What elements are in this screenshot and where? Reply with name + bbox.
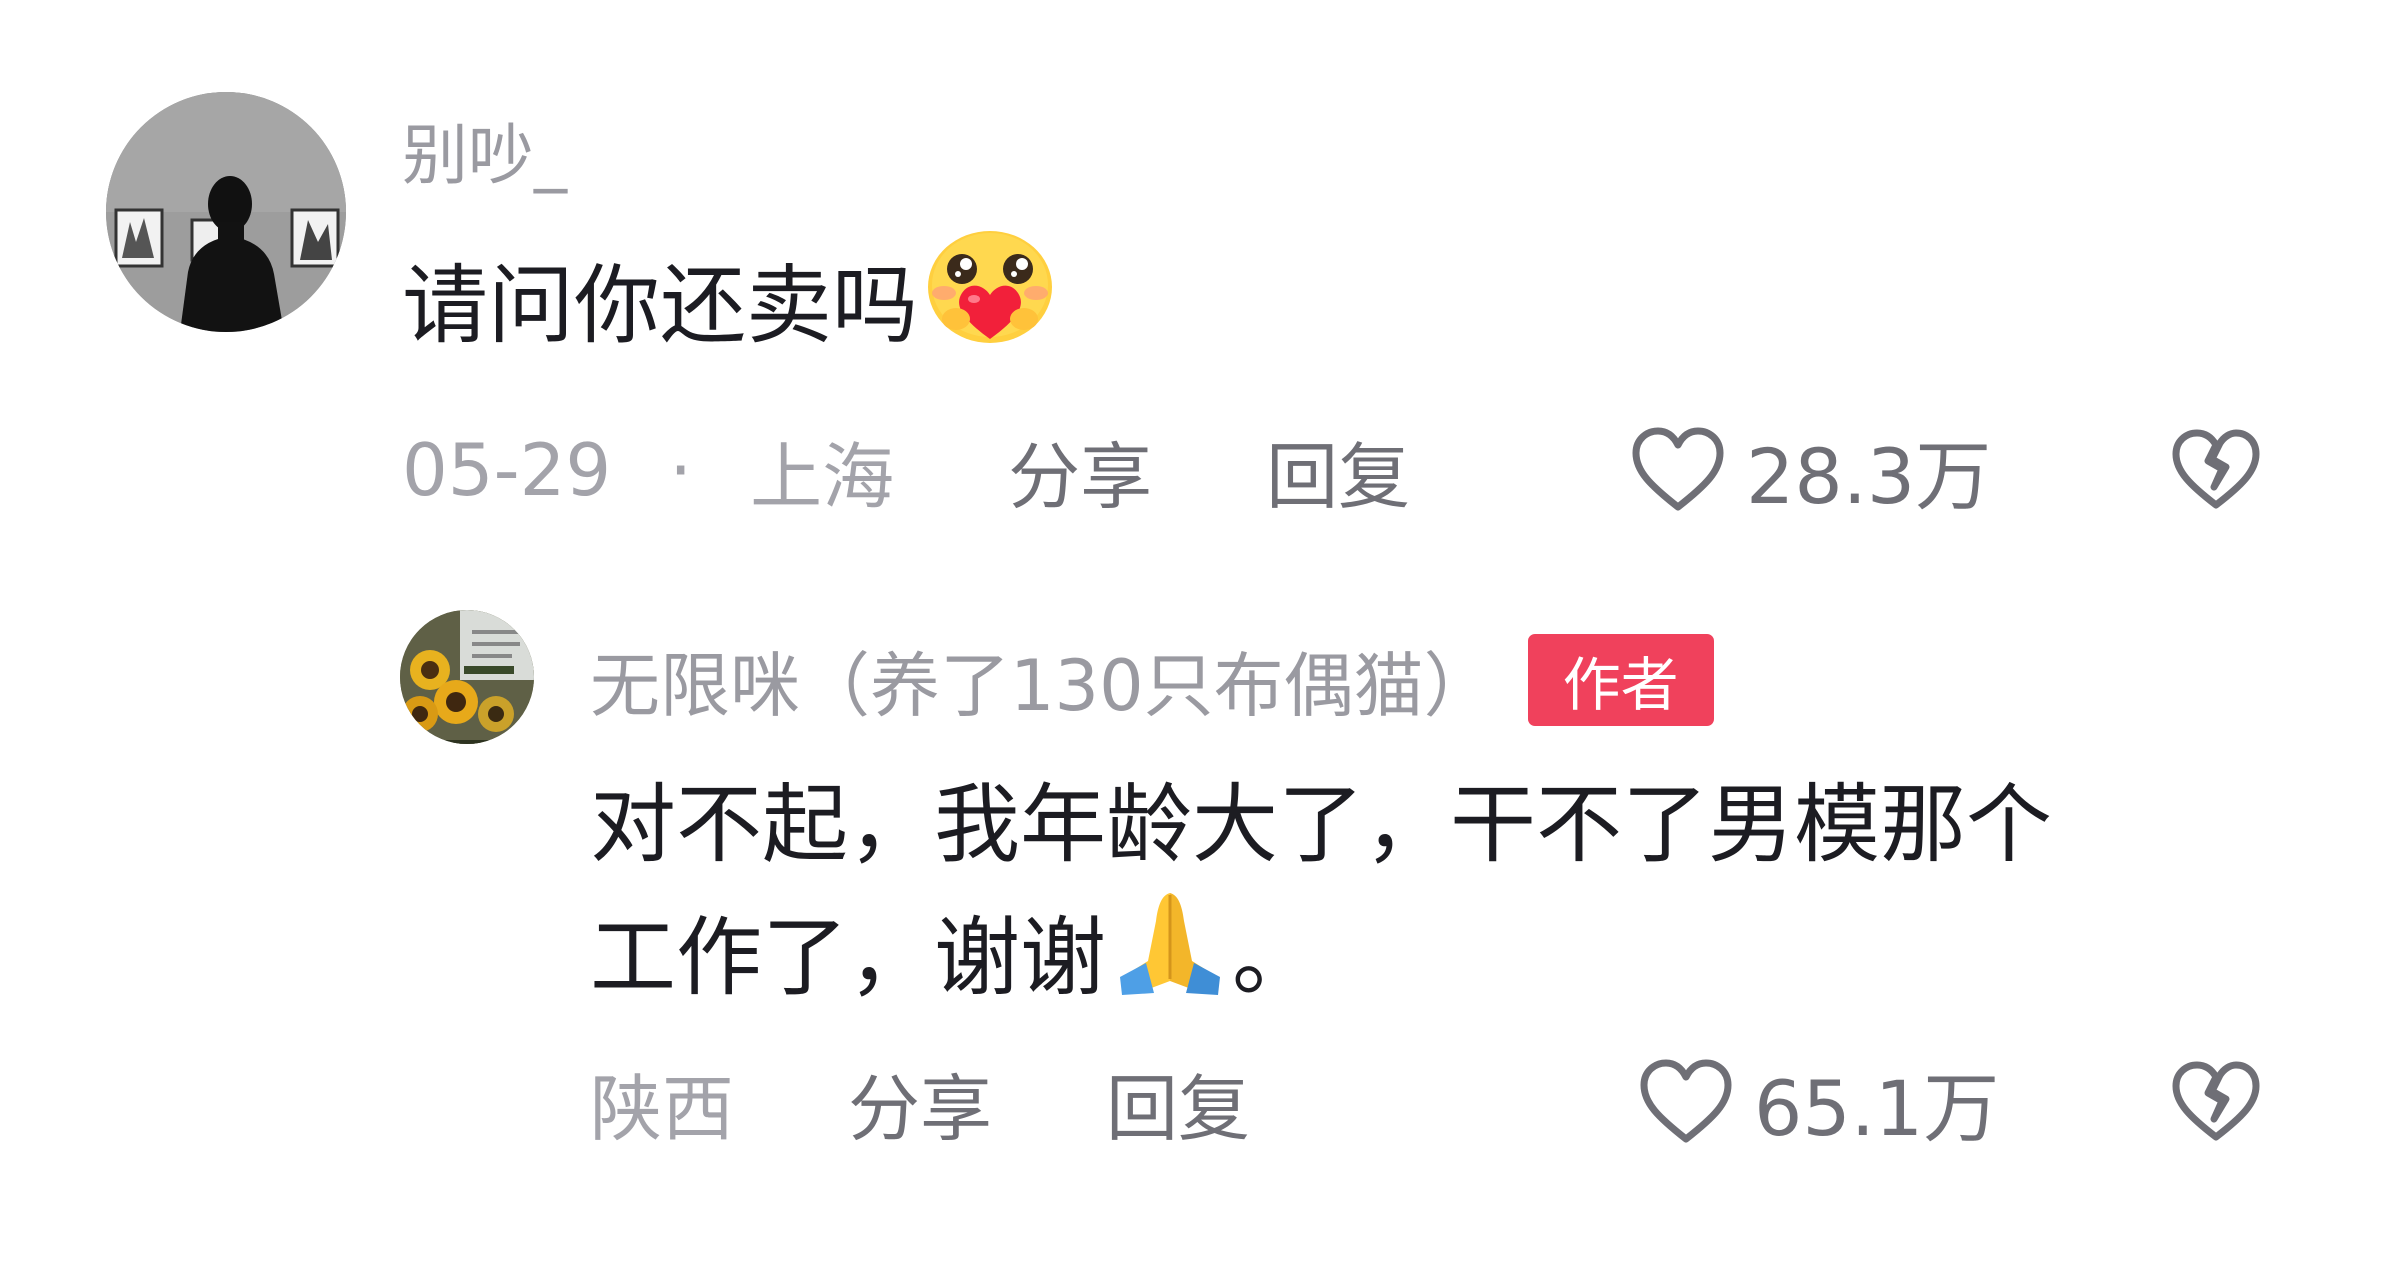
- reply-button[interactable]: 回复: [1266, 418, 1410, 523]
- comment-meta-row: 05-29 · 上海 分享 回复: [402, 420, 2302, 520]
- avatar[interactable]: [106, 92, 346, 332]
- comment-date: 05-29: [402, 428, 612, 512]
- comment-text: 请问你还卖吗: [402, 256, 918, 357]
- meta-separator: ·: [669, 428, 693, 512]
- like-button[interactable]: 28.3万: [1630, 420, 1991, 521]
- reply-location: 陕西: [590, 1066, 735, 1151]
- comment-username[interactable]: 别吵_: [402, 110, 567, 194]
- reply-username[interactable]: 无限咪（养了130只布偶猫） 作者: [590, 630, 1714, 730]
- comment: 别吵_ 请问你还卖吗 05-29 · 上海 分享 回复 28.3万: [0, 0, 2383, 560]
- reply-avatar[interactable]: [400, 610, 534, 744]
- reply-text-line-2: 工作了，谢谢: [590, 908, 1106, 1009]
- share-button[interactable]: 分享: [1008, 418, 1152, 523]
- reply-broken-heart-icon: [2170, 1059, 2262, 1145]
- like-count: 28.3万: [1746, 432, 1992, 521]
- silhouette-avatar-image: [106, 92, 346, 332]
- heart-icon: [1630, 425, 1726, 515]
- reply-comment: 无限咪（养了130只布偶猫） 作者 对不起，我年龄大了，干不了男模那个 工作了，…: [0, 560, 2383, 1200]
- reply-text-end: 。: [1232, 908, 1318, 1009]
- comment-username-text: 别吵_: [402, 117, 567, 194]
- reply-text-line-2-wrap: 工作了，谢谢 。: [590, 892, 2310, 1026]
- reply-dislike-button[interactable]: [2170, 1052, 2266, 1152]
- reply-heart-icon: [1638, 1057, 1734, 1147]
- reply-like-count: 65.1万: [1754, 1064, 2000, 1153]
- reply-share-button[interactable]: 分享: [848, 1050, 992, 1155]
- hugging-heart-emoji-icon: [922, 227, 1058, 387]
- reply-reply-button[interactable]: 回复: [1106, 1050, 1250, 1155]
- comment-location: 上海: [750, 434, 895, 519]
- reply-text-line-1: 对不起，我年龄大了，干不了男模那个: [590, 775, 2052, 875]
- reply-content: 对不起，我年龄大了，干不了男模那个 工作了，谢谢 。: [590, 758, 2310, 1026]
- broken-heart-icon: [2170, 427, 2262, 513]
- reply-username-text: 无限咪（养了130只布偶猫）: [590, 644, 1494, 727]
- sunflower-avatar-image: [400, 610, 534, 744]
- reply-meta-row: 陕西 分享 回复: [590, 1052, 2290, 1152]
- comment-content: 请问你还卖吗: [402, 231, 1058, 372]
- reply-like-button[interactable]: 65.1万: [1638, 1052, 1999, 1153]
- author-badge: 作者: [1527, 634, 1714, 726]
- dislike-button[interactable]: [2170, 420, 2266, 520]
- folded-hands-emoji-icon: [1112, 881, 1228, 1037]
